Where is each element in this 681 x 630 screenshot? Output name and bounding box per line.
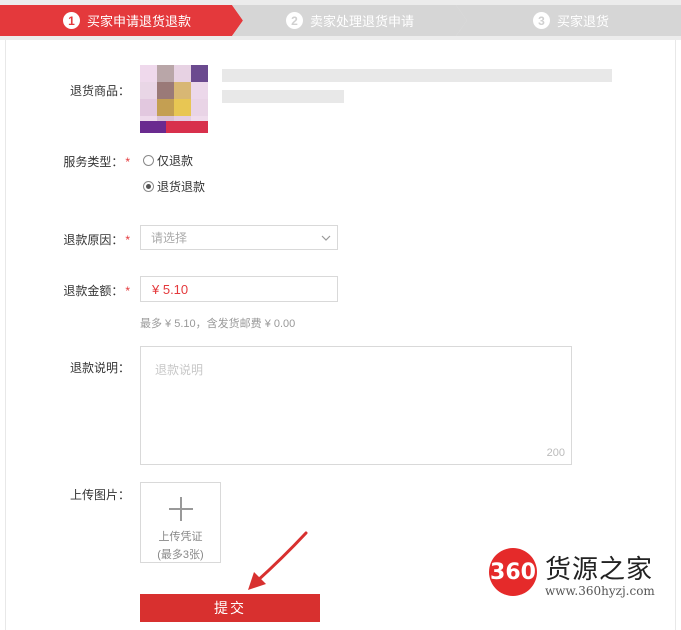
- upload-limit-text: (最多3张): [157, 549, 204, 561]
- required-mark: *: [125, 233, 130, 247]
- reason-label: 退款原因： *: [50, 231, 130, 248]
- radio-label: 仅退款: [157, 154, 194, 168]
- required-mark: *: [125, 155, 130, 169]
- annotation-arrow-icon: [248, 531, 308, 590]
- watermark-url: www.360hyzj.com: [545, 584, 655, 598]
- form-panel: [5, 40, 676, 630]
- upload-button[interactable]: 上传凭证 (最多3张): [140, 482, 221, 563]
- step-2: 2 卖家处理退货申请: [232, 5, 467, 36]
- service-type-text: 服务类型：: [63, 155, 124, 169]
- upload-text: 上传凭证: [158, 531, 203, 543]
- radio-circle[interactable]: [143, 181, 154, 192]
- description-placeholder: 退款说明: [155, 363, 204, 377]
- reason-text: 退款原因：: [63, 233, 124, 247]
- service-type-label: 服务类型： *: [50, 153, 130, 170]
- watermark-logo: 360: [489, 548, 537, 596]
- step-label: 买家申请退货退款: [87, 14, 192, 29]
- step-label: 卖家处理退货申请: [310, 14, 415, 29]
- product-spec-blurred: [222, 90, 344, 103]
- radio-return-refund[interactable]: 退货退款: [143, 178, 205, 195]
- required-mark: *: [125, 284, 130, 298]
- radio-refund-only[interactable]: 仅退款: [143, 152, 193, 169]
- radio-circle[interactable]: [143, 155, 154, 166]
- reason-select[interactable]: 请选择: [140, 225, 338, 250]
- step-label: 买家退货: [557, 14, 610, 29]
- step-number: 2: [286, 12, 303, 29]
- watermark-title: 货源之家: [545, 555, 654, 585]
- steps-bar: 1 买家申请退货退款 2 卖家处理退货申请 3 买家退货: [0, 0, 681, 40]
- step-number: 1: [63, 12, 80, 29]
- step-number: 3: [533, 12, 550, 29]
- amount-text: 退款金额：: [63, 284, 124, 298]
- chevron-down-icon: [315, 235, 337, 241]
- description-label: 退款说明：: [69, 361, 130, 375]
- amount-value: ¥ 5.10: [152, 281, 189, 297]
- plus-icon: [168, 497, 193, 521]
- amount-input[interactable]: ¥ 5.10: [140, 276, 338, 302]
- upload-label: 上传图片：: [69, 488, 130, 502]
- refund-page: 1 买家申请退货退款 2 卖家处理退货申请 3 买家退货 退货商品： 服务类型：…: [0, 0, 681, 630]
- char-count: 200: [546, 447, 565, 459]
- submit-button[interactable]: 提交: [140, 594, 320, 622]
- amount-hint: 最多 ¥ 5.10，含发货邮费 ¥ 0.00: [140, 318, 296, 330]
- step-1: 1 买家申请退货退款: [0, 5, 243, 36]
- amount-label: 退款金额： *: [50, 282, 130, 299]
- step-3: 3 买家退货: [456, 5, 681, 36]
- description-textarea[interactable]: 退款说明 200: [140, 346, 572, 465]
- product-title-blurred: [222, 69, 612, 82]
- product-label: 退货商品：: [69, 84, 130, 98]
- reason-select-value: 请选择: [151, 231, 188, 245]
- product-image-banner: [140, 121, 208, 133]
- radio-label: 退货退款: [157, 180, 206, 194]
- product-thumbnail[interactable]: [140, 65, 208, 133]
